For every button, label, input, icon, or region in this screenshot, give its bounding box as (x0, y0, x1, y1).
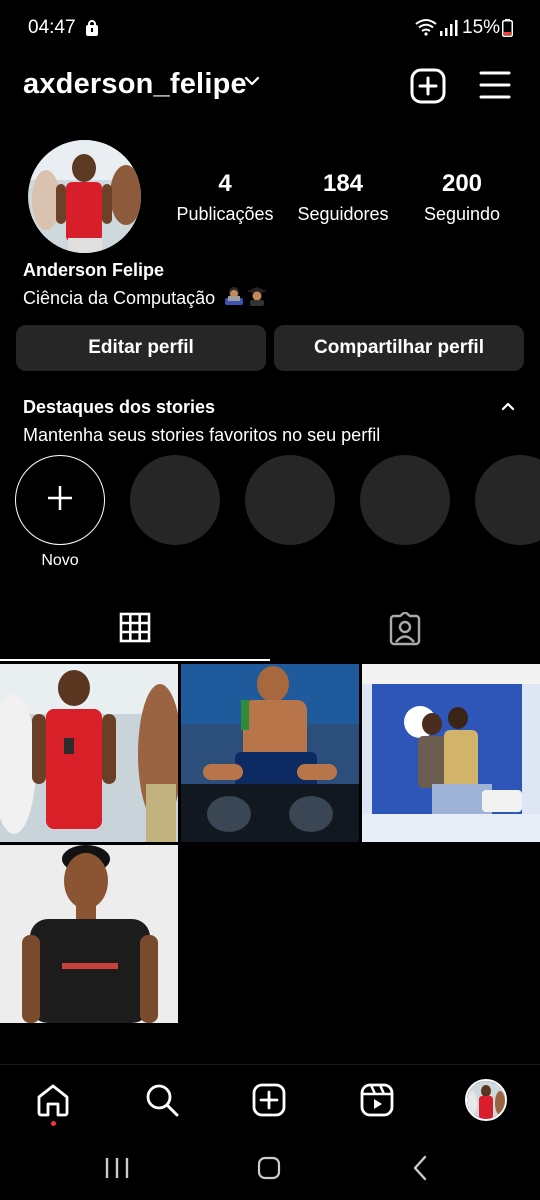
post-photo-1[interactable] (0, 664, 178, 842)
search-icon[interactable] (145, 1083, 179, 1122)
followers-count[interactable]: 184 Seguidores (278, 170, 408, 225)
lock-icon (86, 20, 98, 41)
tagged-icon[interactable] (387, 610, 423, 651)
active-tab-indicator (0, 659, 270, 661)
battery-percentage: 15% (462, 17, 501, 38)
profile-avatar[interactable] (465, 1079, 507, 1121)
plus-icon (46, 484, 74, 517)
following-count[interactable]: 200 Seguindo (397, 170, 527, 225)
highlight-placeholder (475, 455, 540, 545)
username[interactable]: axderson_felipe (23, 68, 247, 101)
menu-icon[interactable] (479, 70, 511, 105)
battery-icon (502, 19, 513, 42)
share-profile-button[interactable]: Compartilhar perfil (274, 325, 524, 371)
chevron-up-icon[interactable] (500, 399, 516, 417)
highlights-subtitle: Mantenha seus stories favoritos no seu p… (23, 425, 381, 445)
notification-dot (51, 1121, 56, 1126)
bio: Ciência da Computação (23, 286, 268, 311)
profile-header: axderson_felipe (0, 62, 540, 108)
bio-text: Ciência da Computação (23, 288, 216, 308)
highlight-placeholder (360, 455, 450, 545)
home-button-icon[interactable] (257, 1156, 281, 1185)
technologist-emoji (223, 286, 245, 311)
new-highlight-button[interactable] (15, 455, 105, 545)
highlight-placeholder (245, 455, 335, 545)
status-bar: 04:47 15% (0, 0, 540, 56)
bottom-nav (0, 1064, 540, 1136)
highlights-title: Destaques dos stories (23, 397, 216, 417)
post-photo-3[interactable] (362, 664, 540, 842)
wifi-icon (414, 18, 438, 41)
post-photo-4[interactable] (0, 845, 178, 1023)
grid-icon[interactable] (118, 612, 152, 649)
graduate-emoji (247, 286, 268, 311)
chevron-down-icon[interactable] (244, 74, 260, 92)
highlight-placeholder (130, 455, 220, 545)
reels-icon[interactable] (360, 1083, 394, 1122)
status-time: 04:47 (28, 17, 76, 38)
profile-avatar[interactable] (28, 140, 141, 253)
recents-icon[interactable] (104, 1156, 130, 1185)
full-name: Anderson Felipe (23, 260, 165, 280)
create-icon[interactable] (252, 1083, 286, 1122)
back-icon[interactable] (412, 1155, 428, 1186)
system-nav-bar (0, 1136, 540, 1200)
home-icon[interactable] (36, 1083, 70, 1122)
posts-count[interactable]: 4 Publicações (160, 170, 290, 225)
edit-profile-button[interactable]: Editar perfil (16, 325, 266, 371)
new-highlight-label: Novo (41, 552, 79, 569)
signal-icon (440, 20, 458, 41)
add-post-icon[interactable] (410, 68, 446, 109)
post-photo-2[interactable] (181, 664, 359, 842)
